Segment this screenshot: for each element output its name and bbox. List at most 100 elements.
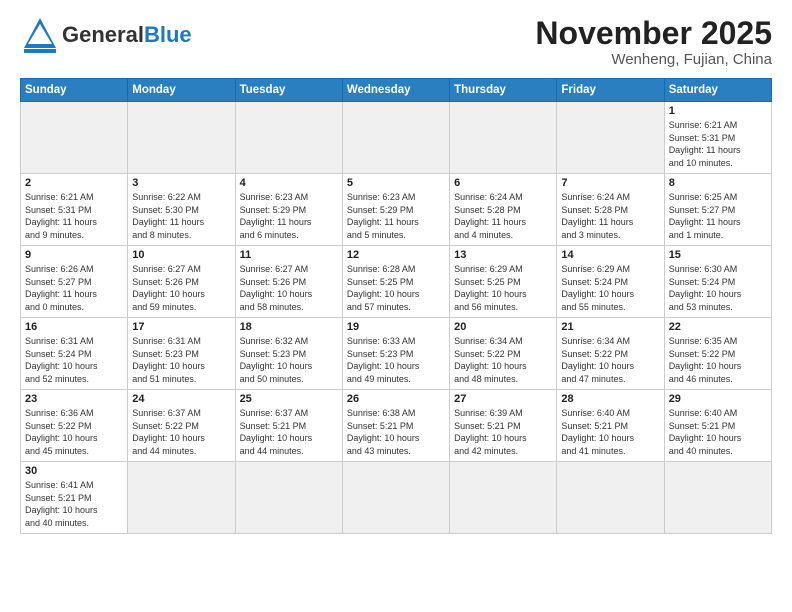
calendar-day xyxy=(21,102,128,174)
col-saturday: Saturday xyxy=(664,79,771,102)
day-info: Sunrise: 6:34 AM Sunset: 5:22 PM Dayligh… xyxy=(561,335,659,385)
day-info: Sunrise: 6:21 AM Sunset: 5:31 PM Dayligh… xyxy=(669,119,767,169)
day-info: Sunrise: 6:34 AM Sunset: 5:22 PM Dayligh… xyxy=(454,335,552,385)
calendar-day: 19Sunrise: 6:33 AM Sunset: 5:23 PM Dayli… xyxy=(342,318,449,390)
calendar-day xyxy=(235,102,342,174)
calendar-day: 8 Sunrise: 6:25 AM Sunset: 5:27 PM Daylig… xyxy=(664,174,771,246)
calendar-day: 14Sunrise: 6:29 AM Sunset: 5:24 PM Dayli… xyxy=(557,246,664,318)
calendar-day: 9 Sunrise: 6:26 AM Sunset: 5:27 PM Daylig… xyxy=(21,246,128,318)
page: GeneralBlue November 2025 Wenheng, Fujia… xyxy=(0,0,792,612)
calendar-day: 4 Sunrise: 6:23 AM Sunset: 5:29 PM Daylig… xyxy=(235,174,342,246)
day-info: Sunrise: 6:29 AM Sunset: 5:25 PM Dayligh… xyxy=(454,263,552,313)
calendar-day: 18 Sunrise: 6:32 AM Sunset: 5:23 PM Dayli… xyxy=(235,318,342,390)
col-wednesday: Wednesday xyxy=(342,79,449,102)
day-number: 26 xyxy=(347,393,445,405)
day-number: 4 xyxy=(240,177,338,189)
calendar-day xyxy=(342,102,449,174)
calendar-day: 6 Sunrise: 6:24 AM Sunset: 5:28 PM Daylig… xyxy=(450,174,557,246)
calendar-day: 25 Sunrise: 6:37 AM Sunset: 5:21 PM Dayli… xyxy=(235,390,342,462)
calendar-body: 1 Sunrise: 6:21 AM Sunset: 5:31 PM Daylig… xyxy=(21,102,772,533)
day-info: Sunrise: 6:24 AM Sunset: 5:28 PM Dayligh… xyxy=(454,191,552,241)
day-info: Sunrise: 6:31 AM Sunset: 5:24 PM Dayligh… xyxy=(25,335,123,385)
day-number: 5 xyxy=(347,177,445,189)
day-number: 12 xyxy=(347,249,445,261)
col-monday: Monday xyxy=(128,79,235,102)
day-number: 17 xyxy=(132,321,230,333)
calendar-day: 2Sunrise: 6:21 AM Sunset: 5:31 PM Daylig… xyxy=(21,174,128,246)
day-number: 23 xyxy=(25,393,123,405)
calendar-day: 23 Sunrise: 6:36 AM Sunset: 5:22 PM Dayli… xyxy=(21,390,128,462)
day-info: Sunrise: 6:31 AM Sunset: 5:23 PM Dayligh… xyxy=(132,335,230,385)
header-row: Sunday Monday Tuesday Wednesday Thursday… xyxy=(21,79,772,102)
page-subtitle: Wenheng, Fujian, China xyxy=(535,51,772,68)
calendar-week-5: 30 Sunrise: 6:41 AM Sunset: 5:21 PM Dayli… xyxy=(21,462,772,533)
calendar-day: 12 Sunrise: 6:28 AM Sunset: 5:25 PM Dayli… xyxy=(342,246,449,318)
day-number: 2 xyxy=(25,177,123,189)
calendar-week-1: 2Sunrise: 6:21 AM Sunset: 5:31 PM Daylig… xyxy=(21,174,772,246)
day-info: Sunrise: 6:39 AM Sunset: 5:21 PM Dayligh… xyxy=(454,407,552,457)
day-number: 8 xyxy=(669,177,767,189)
calendar-day: 17 Sunrise: 6:31 AM Sunset: 5:23 PM Dayli… xyxy=(128,318,235,390)
calendar-day xyxy=(664,462,771,533)
page-title: November 2025 xyxy=(535,16,772,51)
calendar-week-0: 1 Sunrise: 6:21 AM Sunset: 5:31 PM Daylig… xyxy=(21,102,772,174)
day-number: 9 xyxy=(25,249,123,261)
logo-text: GeneralBlue xyxy=(62,22,192,48)
calendar-day: 27 Sunrise: 6:39 AM Sunset: 5:21 PM Dayli… xyxy=(450,390,557,462)
calendar-day: 29 Sunrise: 6:40 AM Sunset: 5:21 PM Dayli… xyxy=(664,390,771,462)
calendar-header: Sunday Monday Tuesday Wednesday Thursday… xyxy=(21,79,772,102)
day-info: Sunrise: 6:27 AM Sunset: 5:26 PM Dayligh… xyxy=(240,263,338,313)
day-number: 30 xyxy=(25,465,123,477)
day-info: Sunrise: 6:35 AM Sunset: 5:22 PM Dayligh… xyxy=(669,335,767,385)
day-number: 10 xyxy=(132,249,230,261)
day-number: 27 xyxy=(454,393,552,405)
day-number: 6 xyxy=(454,177,552,189)
calendar-day: 30 Sunrise: 6:41 AM Sunset: 5:21 PM Dayli… xyxy=(21,462,128,533)
day-info: Sunrise: 6:25 AM Sunset: 5:27 PM Dayligh… xyxy=(669,191,767,241)
calendar-week-4: 23 Sunrise: 6:36 AM Sunset: 5:22 PM Dayli… xyxy=(21,390,772,462)
day-info: Sunrise: 6:26 AM Sunset: 5:27 PM Dayligh… xyxy=(25,263,123,313)
day-number: 22 xyxy=(669,321,767,333)
day-number: 15 xyxy=(669,249,767,261)
calendar-day xyxy=(557,102,664,174)
calendar-week-3: 16 Sunrise: 6:31 AM Sunset: 5:24 PM Dayli… xyxy=(21,318,772,390)
day-number: 7 xyxy=(561,177,659,189)
calendar-day: 24Sunrise: 6:37 AM Sunset: 5:22 PM Dayli… xyxy=(128,390,235,462)
calendar-day: 10Sunrise: 6:27 AM Sunset: 5:26 PM Dayli… xyxy=(128,246,235,318)
day-info: Sunrise: 6:32 AM Sunset: 5:23 PM Dayligh… xyxy=(240,335,338,385)
day-number: 18 xyxy=(240,321,338,333)
col-friday: Friday xyxy=(557,79,664,102)
day-info: Sunrise: 6:23 AM Sunset: 5:29 PM Dayligh… xyxy=(240,191,338,241)
day-info: Sunrise: 6:28 AM Sunset: 5:25 PM Dayligh… xyxy=(347,263,445,313)
day-number: 16 xyxy=(25,321,123,333)
day-number: 29 xyxy=(669,393,767,405)
calendar-day: 7 Sunrise: 6:24 AM Sunset: 5:28 PM Daylig… xyxy=(557,174,664,246)
day-number: 25 xyxy=(240,393,338,405)
calendar-day: 5 Sunrise: 6:23 AM Sunset: 5:29 PM Daylig… xyxy=(342,174,449,246)
day-info: Sunrise: 6:40 AM Sunset: 5:21 PM Dayligh… xyxy=(561,407,659,457)
day-info: Sunrise: 6:41 AM Sunset: 5:21 PM Dayligh… xyxy=(25,479,123,529)
col-tuesday: Tuesday xyxy=(235,79,342,102)
calendar-day: 3Sunrise: 6:22 AM Sunset: 5:30 PM Daylig… xyxy=(128,174,235,246)
calendar-day: 13 Sunrise: 6:29 AM Sunset: 5:25 PM Dayli… xyxy=(450,246,557,318)
calendar-day: 11Sunrise: 6:27 AM Sunset: 5:26 PM Dayli… xyxy=(235,246,342,318)
calendar-day: 1 Sunrise: 6:21 AM Sunset: 5:31 PM Daylig… xyxy=(664,102,771,174)
day-info: Sunrise: 6:36 AM Sunset: 5:22 PM Dayligh… xyxy=(25,407,123,457)
logo: GeneralBlue xyxy=(20,16,192,54)
day-info: Sunrise: 6:40 AM Sunset: 5:21 PM Dayligh… xyxy=(669,407,767,457)
day-number: 28 xyxy=(561,393,659,405)
calendar-day: 15Sunrise: 6:30 AM Sunset: 5:24 PM Dayli… xyxy=(664,246,771,318)
day-number: 14 xyxy=(561,249,659,261)
day-info: Sunrise: 6:24 AM Sunset: 5:28 PM Dayligh… xyxy=(561,191,659,241)
calendar-table: Sunday Monday Tuesday Wednesday Thursday… xyxy=(20,78,772,533)
day-info: Sunrise: 6:23 AM Sunset: 5:29 PM Dayligh… xyxy=(347,191,445,241)
calendar-day: 26 Sunrise: 6:38 AM Sunset: 5:21 PM Dayli… xyxy=(342,390,449,462)
day-number: 13 xyxy=(454,249,552,261)
day-info: Sunrise: 6:33 AM Sunset: 5:23 PM Dayligh… xyxy=(347,335,445,385)
day-info: Sunrise: 6:38 AM Sunset: 5:21 PM Dayligh… xyxy=(347,407,445,457)
calendar-day: 22 Sunrise: 6:35 AM Sunset: 5:22 PM Dayli… xyxy=(664,318,771,390)
day-number: 1 xyxy=(669,105,767,117)
calendar-day: 16 Sunrise: 6:31 AM Sunset: 5:24 PM Dayli… xyxy=(21,318,128,390)
day-info: Sunrise: 6:37 AM Sunset: 5:21 PM Dayligh… xyxy=(240,407,338,457)
day-info: Sunrise: 6:37 AM Sunset: 5:22 PM Dayligh… xyxy=(132,407,230,457)
